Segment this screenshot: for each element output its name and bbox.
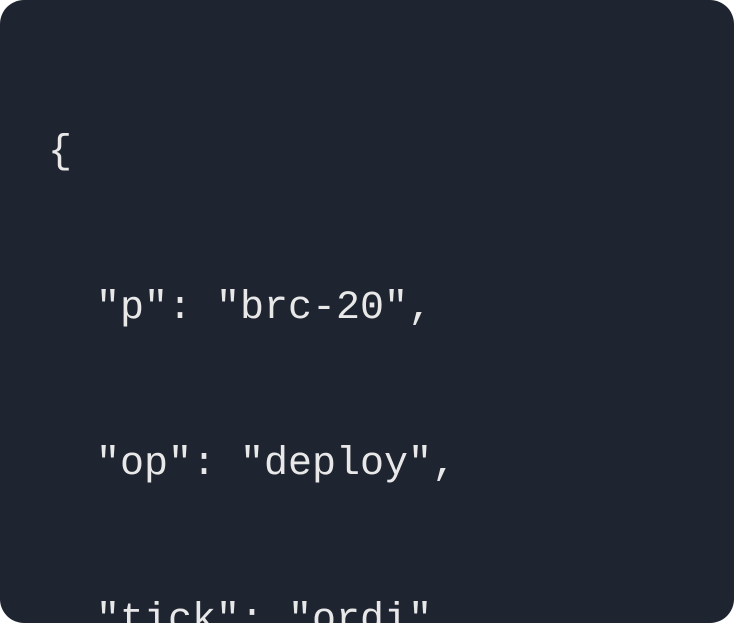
json-colon: : — [192, 442, 240, 487]
open-brace: { — [48, 130, 72, 175]
json-value: "deploy" — [240, 442, 432, 487]
json-code-block: { "p": "brc-20", "op": "deploy", "tick":… — [0, 0, 734, 623]
json-key: "tick" — [96, 598, 240, 623]
json-value: "ordi" — [288, 598, 432, 623]
code-line-1: "op": "deploy", — [48, 426, 686, 504]
json-colon: : — [168, 286, 216, 331]
json-key: "p" — [96, 286, 168, 331]
json-comma: , — [432, 442, 456, 487]
json-value: "brc-20" — [216, 286, 408, 331]
code-line-2: "tick": "ordi", — [48, 582, 686, 623]
open-brace-line: { — [48, 114, 686, 192]
json-comma: , — [408, 286, 432, 331]
code-line-0: "p": "brc-20", — [48, 270, 686, 348]
json-key: "op" — [96, 442, 192, 487]
json-colon: : — [240, 598, 288, 623]
json-comma: , — [432, 598, 456, 623]
